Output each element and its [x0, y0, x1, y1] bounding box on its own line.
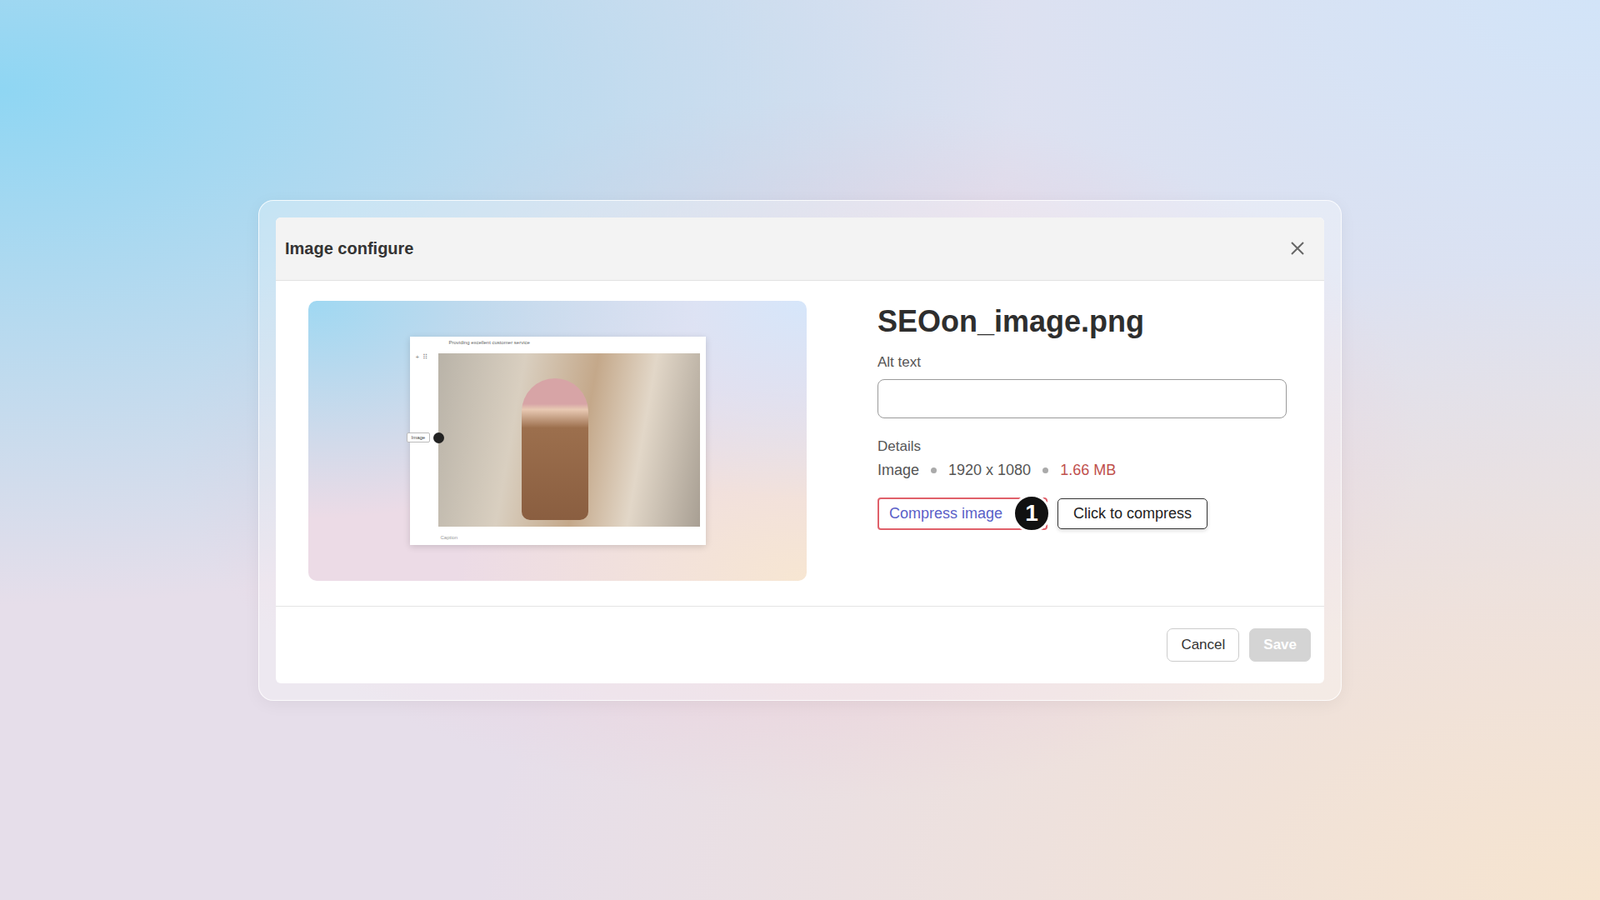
alt-text-input[interactable] — [877, 379, 1287, 419]
dialog-header: Image configure — [275, 217, 1325, 281]
preview-headline: Providing excellent customer service — [415, 340, 700, 349]
detail-item: 1920 x 1080 — [948, 461, 1031, 480]
preview-photo — [438, 353, 700, 527]
footer-button: Save — [1249, 628, 1311, 662]
preview-tag: Image — [406, 432, 445, 444]
preview-screenshot: Providing excellent customer service +⠿Ca… — [410, 336, 706, 545]
details-label: Details — [877, 438, 1292, 455]
dialog-body: Providing excellent customer service +⠿Ca… — [275, 280, 1325, 607]
alt-text-label: Alt text — [877, 354, 1292, 371]
image-configure-dialog: Image configure Providing excellent custo… — [275, 217, 1325, 684]
preview-caption: Caption — [415, 526, 700, 540]
compress-image-link[interactable]: Compress image 1 — [877, 497, 1048, 530]
image-tag: Image — [406, 432, 431, 443]
compress-row: Compress image 1 Click to compress — [877, 497, 1292, 530]
dialog-footer: Cancel Save — [275, 606, 1325, 684]
file-name: SEOon_image.png — [877, 304, 1292, 340]
image-preview: Providing excellent customer service +⠿Ca… — [308, 300, 807, 581]
detail-item: 1.66 MB — [1060, 461, 1116, 480]
image-info: SEOon_image.png Alt text Details Image 1920 … — [877, 300, 1292, 581]
info-dot-icon — [433, 432, 445, 444]
close-icon[interactable] — [1289, 240, 1306, 257]
preview-row: +⠿ — [415, 353, 700, 527]
separator-dot — [1042, 467, 1049, 474]
photo-figure — [521, 378, 589, 520]
step-badge: 1 — [1012, 494, 1051, 533]
details-row: Image 1920 x 1080 1.66 MB — [877, 461, 1292, 480]
separator-dot — [930, 467, 937, 474]
dialog-title: Image configure — [285, 239, 414, 259]
footer-button[interactable]: Cancel — [1166, 628, 1240, 662]
detail-item: Image — [877, 461, 920, 480]
dialog-frame: Image configure Providing excellent custo… — [258, 200, 1342, 701]
page-background: Image configure Providing excellent custo… — [0, 0, 1600, 900]
click-to-compress-tooltip: Click to compress — [1057, 498, 1208, 530]
